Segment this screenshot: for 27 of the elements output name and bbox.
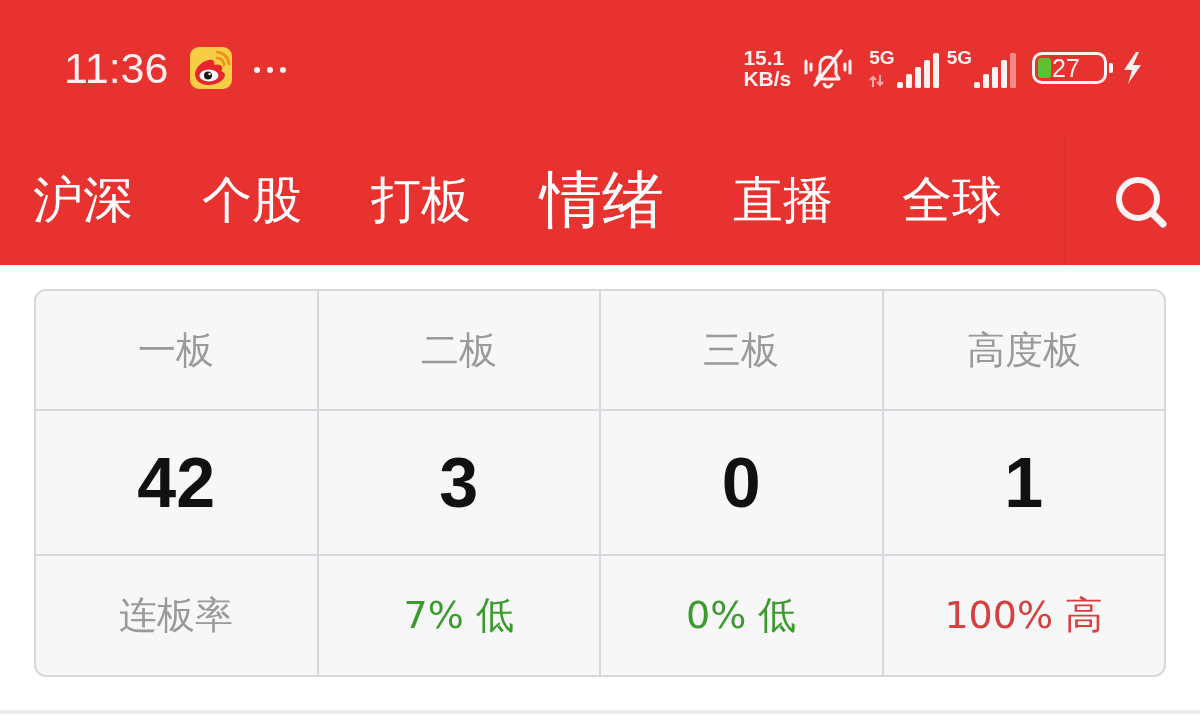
net-speed-unit: KB/s	[743, 68, 792, 89]
column-header: 二板	[318, 291, 599, 409]
nav-tab[interactable]: 情绪	[540, 166, 664, 235]
nav-tab[interactable]: 打板	[371, 173, 471, 228]
table-cell: 0	[601, 411, 882, 554]
status-time: 11:36	[64, 46, 169, 90]
nav-tab[interactable]: 全球	[902, 173, 1002, 228]
app-logo-icon	[190, 47, 233, 89]
table-cell: 7% 低	[318, 556, 599, 675]
network-type-label: 5G	[869, 48, 895, 67]
nav-tab[interactable]: 沪深	[33, 173, 133, 228]
battery-indicator: 27	[1032, 52, 1113, 84]
more-icon	[254, 67, 287, 73]
table-cell: 连板率	[36, 556, 317, 675]
table-cell: 42	[36, 411, 317, 554]
column-header: 高度板	[883, 291, 1164, 409]
column-header: 一板	[36, 291, 317, 409]
net-speed-value: 15.1	[743, 47, 786, 68]
nav-tab[interactable]: 直播	[733, 173, 833, 228]
table-cell: 0% 低	[601, 556, 882, 675]
network-type-label: 5G	[946, 48, 972, 67]
column-header: 三板	[601, 291, 882, 409]
signal-icon	[896, 52, 939, 88]
table-cell: 1	[883, 411, 1164, 554]
table-cell: 3	[318, 411, 599, 554]
nav-tab[interactable]: 个股	[202, 173, 302, 228]
table-cell: 100% 高	[883, 556, 1164, 675]
